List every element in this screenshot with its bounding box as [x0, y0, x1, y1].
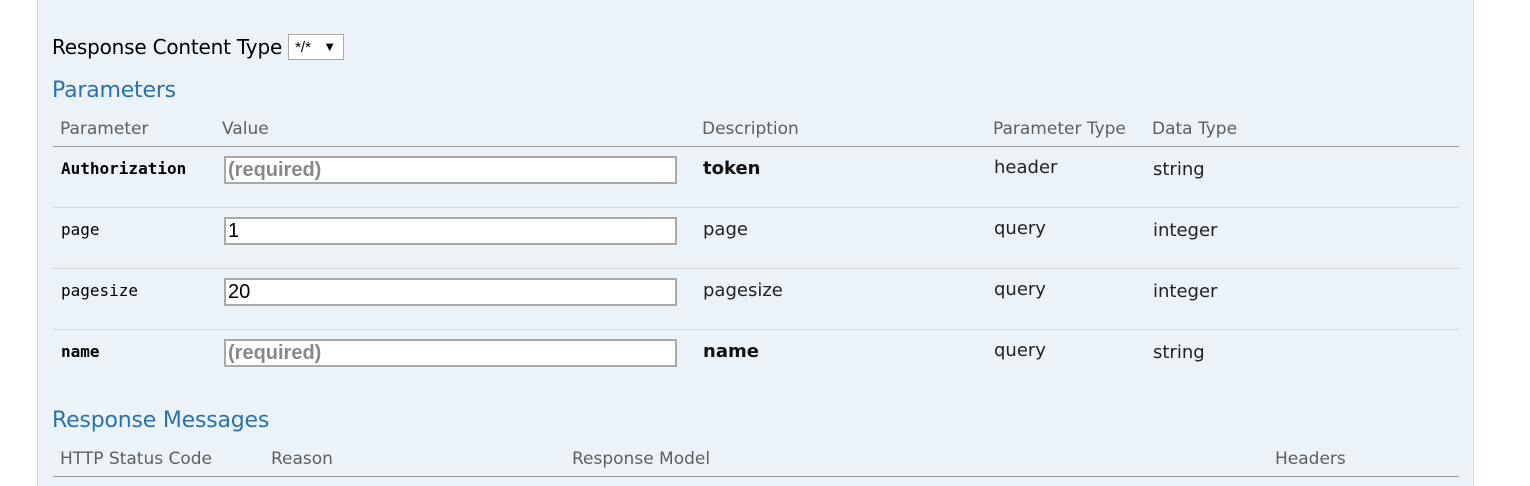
- column-header-parameter-type: Parameter Type: [993, 119, 1126, 139]
- param-type-pagesize: query: [994, 279, 1046, 300]
- response-content-type-value: */*: [295, 38, 311, 56]
- param-description-pagesize: pagesize: [703, 280, 783, 301]
- row-divider: [53, 329, 1459, 330]
- data-type-name: string: [1153, 342, 1205, 363]
- param-name-authorization: Authorization: [61, 159, 187, 178]
- column-header-data-type: Data Type: [1152, 119, 1238, 139]
- param-description-authorization: token: [703, 158, 761, 179]
- response-content-type-label: Response Content Type: [52, 35, 283, 59]
- param-name-name: name: [61, 342, 100, 361]
- param-name-pagesize: pagesize: [61, 281, 139, 300]
- data-type-page: integer: [1153, 220, 1218, 241]
- row-divider: [53, 268, 1459, 269]
- param-type-name: query: [994, 340, 1046, 361]
- chevron-down-icon: ▼: [323, 39, 337, 54]
- param-type-page: query: [994, 218, 1046, 239]
- page-input[interactable]: [224, 217, 677, 245]
- pagesize-input[interactable]: [224, 278, 677, 306]
- parameters-header-divider: [53, 146, 1459, 147]
- column-header-headers: Headers: [1275, 449, 1346, 469]
- response-content-type: Response Content Type */* ▼: [52, 33, 345, 61]
- data-type-pagesize: integer: [1153, 281, 1218, 302]
- column-header-value: Value: [222, 119, 269, 139]
- param-description-page: page: [703, 219, 748, 240]
- param-type-authorization: header: [994, 157, 1058, 178]
- column-header-reason: Reason: [271, 449, 333, 469]
- response-messages-header-divider: [53, 476, 1459, 477]
- data-type-authorization: string: [1153, 159, 1205, 180]
- response-content-type-select[interactable]: */* ▼: [288, 34, 345, 60]
- authorization-input[interactable]: [224, 156, 677, 184]
- column-header-parameter: Parameter: [60, 119, 149, 139]
- parameters-title: Parameters: [52, 78, 176, 103]
- name-input[interactable]: [224, 339, 677, 367]
- param-description-name: name: [703, 341, 759, 362]
- column-header-description: Description: [702, 119, 799, 139]
- response-messages-title: Response Messages: [52, 408, 270, 433]
- param-name-page: page: [61, 220, 100, 239]
- column-header-response-model: Response Model: [572, 449, 711, 469]
- row-divider: [53, 207, 1459, 208]
- column-header-http-status-code: HTTP Status Code: [60, 449, 213, 469]
